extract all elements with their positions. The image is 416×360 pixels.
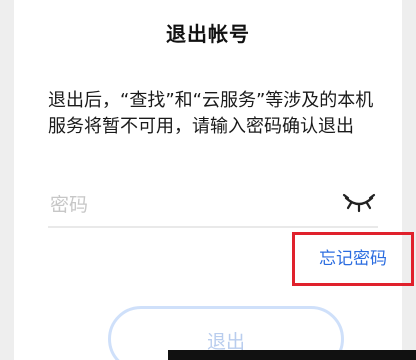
forgot-password-highlight: 忘记密码	[292, 232, 414, 286]
password-input[interactable]	[48, 188, 332, 222]
password-field-row	[48, 184, 378, 228]
forgot-password-link[interactable]: 忘记密码	[295, 235, 411, 283]
eye-closed-icon[interactable]	[342, 190, 376, 214]
screen: 退出帐号 退出后，“查找”和“云服务”等涉及的本机服务将暂不可用，请输入密码确认…	[0, 0, 416, 360]
dialog-message: 退出后，“查找”和“云服务”等涉及的本机服务将暂不可用，请输入密码确认退出	[48, 90, 374, 137]
logout-dialog: 退出帐号 退出后，“查找”和“云服务”等涉及的本机服务将暂不可用，请输入密码确认…	[14, 0, 414, 360]
dialog-title: 退出帐号	[166, 22, 250, 46]
bottom-overlay-bar	[168, 350, 416, 360]
